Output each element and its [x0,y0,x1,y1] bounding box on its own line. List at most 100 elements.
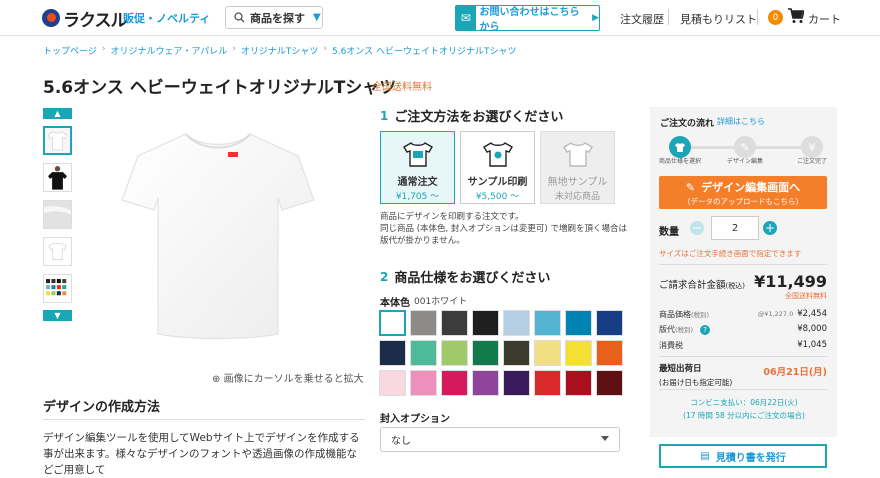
unit-price: @¥1,227.0 [757,310,794,318]
zoom-icon: ⊕ [212,374,221,385]
color-swatch[interactable] [472,340,499,366]
step2-number: 2 [380,269,389,284]
panel-divider [659,356,827,357]
step1-heading: 1 ご注文方法をお選びください [380,106,564,126]
thumbnail-model-black[interactable] [43,163,72,192]
color-swatch[interactable] [441,310,468,336]
breadcrumb-item-top[interactable]: トップページ [43,44,97,57]
issue-estimate-button[interactable]: ▤ 見積り書を発行 [659,444,827,468]
color-swatch[interactable] [565,340,592,366]
logo-mark-icon [42,9,60,27]
color-swatch[interactable] [441,340,468,366]
selected-color-name: 001ホワイト [414,297,468,307]
tax-value: ¥1,045 [797,340,827,350]
order-history-link[interactable]: 注文履歴 [620,11,664,27]
total-label-text: ご請求合計金額 [659,280,726,291]
color-swatch[interactable] [410,340,437,366]
order-type-price: ¥5,500 〜 [475,192,520,202]
thumbnail-color-variations[interactable] [43,274,72,303]
total-tax-note: (税込) [725,282,745,290]
order-type-sample-print[interactable]: サンプル印刷 ¥5,500 〜 [460,131,535,204]
color-swatch[interactable] [410,310,437,336]
color-swatch[interactable] [379,370,406,396]
zoom-note: ⊕ 画像にカーソルを乗せると拡大 [212,370,364,385]
row-label: 商品価格 [659,310,691,319]
document-icon: ▤ [700,450,710,462]
quantity-label: 数量 [659,227,679,238]
order-type-label: 通常注文 [397,177,438,188]
flow-step-label: 商品仕様を選択 [658,158,701,165]
color-swatch[interactable] [534,370,561,396]
quantity-increase-button[interactable]: + [763,221,777,235]
mail-icon: ✉ [456,6,476,30]
color-swatch[interactable] [503,310,530,336]
thumbnail-fabric[interactable] [43,200,72,229]
arrow-right-icon: ▶ [592,13,599,23]
convenience-store-note: コンビニ支払い：06月22日(火) (17 時間 58 分以内にご注文の場合) [660,396,828,422]
cart-link[interactable]: カート [808,11,841,27]
conv-payment-date: コンビニ支払い：06月22日(火) [690,398,798,407]
color-swatch[interactable] [410,370,437,396]
ship-date-sub: (お届け日も指定可能) [659,378,733,387]
color-swatch[interactable] [596,310,623,336]
color-swatch[interactable] [379,340,406,366]
thumbnail-scroll-down-button[interactable]: ▼ [43,310,72,321]
tshirt-print-icon [402,142,433,167]
ship-date-label: 最短出荷日 (お届け日も指定可能) [659,363,732,390]
color-swatch[interactable] [441,370,468,396]
cart-icon[interactable] [787,8,806,28]
color-swatch[interactable] [565,310,592,336]
contact-button-label: お問い合わせはこちらから [479,7,580,33]
design-method-text: デザイン編集ツールを使用してWebサイト上でデザインを作成する事が出来ます。様々… [43,432,360,476]
color-swatch[interactable] [596,340,623,366]
color-swatch[interactable] [565,370,592,396]
breadcrumb-item-tshirt[interactable]: オリジナルTシャツ [241,44,319,57]
site-logo[interactable]: ラクスル [42,8,127,31]
color-swatch[interactable] [534,340,561,366]
order-type-note: 商品にデザインを印刷する注文です。 同じ商品 (本体色, 封入オプションは変更可… [380,212,627,246]
design-editor-button-label: デザイン編集画面へ [701,181,801,194]
total-label: ご請求合計金額(税込) [659,277,745,291]
page-title: 5.6オンス ヘビーウェイトオリジナルTシャツ [43,78,397,98]
row-value: ¥2,454 [797,309,827,319]
step1-title: ご注文方法をお選びください [394,110,564,125]
order-type-normal[interactable]: 通常注文 ¥1,705 〜 [380,131,455,204]
search-icon [234,12,245,23]
color-swatch[interactable] [534,310,561,336]
thumbnail-scroll-up-button[interactable]: ▲ [43,108,72,119]
product-main-image[interactable] [118,126,318,344]
breadcrumb-separator: › [232,44,236,54]
color-swatch[interactable] [472,310,499,336]
contact-button[interactable]: ✉ お問い合わせはこちらから ▶ [455,5,600,33]
flow-step-tshirt-icon [669,136,691,158]
enclosure-option-select[interactable]: なし [380,427,620,452]
promo-link[interactable]: 販促・ノベルティ [123,10,210,26]
color-swatch[interactable] [472,370,499,396]
color-swatch[interactable] [596,370,623,396]
order-flow-title: ご注文の流れ [660,119,715,129]
thumbnail-size-chart[interactable] [43,237,72,266]
tshirt-sample-icon [482,142,513,167]
product-search-button[interactable]: 商品を探す ▼ [225,6,323,29]
order-type-plain-sample: 無地サンプル 未対応商品 [540,131,615,204]
estimate-list-link[interactable]: 見積もりリスト [680,11,757,27]
free-shipping-label: 全国送料無料 [372,82,432,93]
design-editor-button[interactable]: ✎ デザイン編集画面へ (データのアップロードもこちら) [659,176,827,209]
thumbnail-white-front[interactable] [43,126,72,155]
breadcrumb-separator: › [101,44,106,54]
quantity-decrease-button[interactable]: − [690,221,704,235]
order-flow-details-link[interactable]: 詳細はこちら [717,116,765,127]
color-swatch[interactable] [379,310,406,336]
header-divider [757,9,758,25]
breadcrumb-item-current[interactable]: 5.6オンス ヘビーウェイトオリジナルTシャツ [332,44,517,57]
enclosure-option-value: なし [391,436,411,447]
tax-label: 消費税 [659,341,683,350]
cart-count-badge: 0 [768,10,783,25]
color-swatch[interactable] [503,340,530,366]
color-swatch[interactable] [503,370,530,396]
help-icon[interactable]: ? [700,325,711,335]
chevron-down-icon: ▼ [313,12,321,23]
order-type-label: 無地サンプル [547,177,608,188]
quantity-input[interactable]: 2 [711,216,759,240]
breadcrumb-item-apparel[interactable]: オリジナルウェア・アパレル [110,44,227,57]
